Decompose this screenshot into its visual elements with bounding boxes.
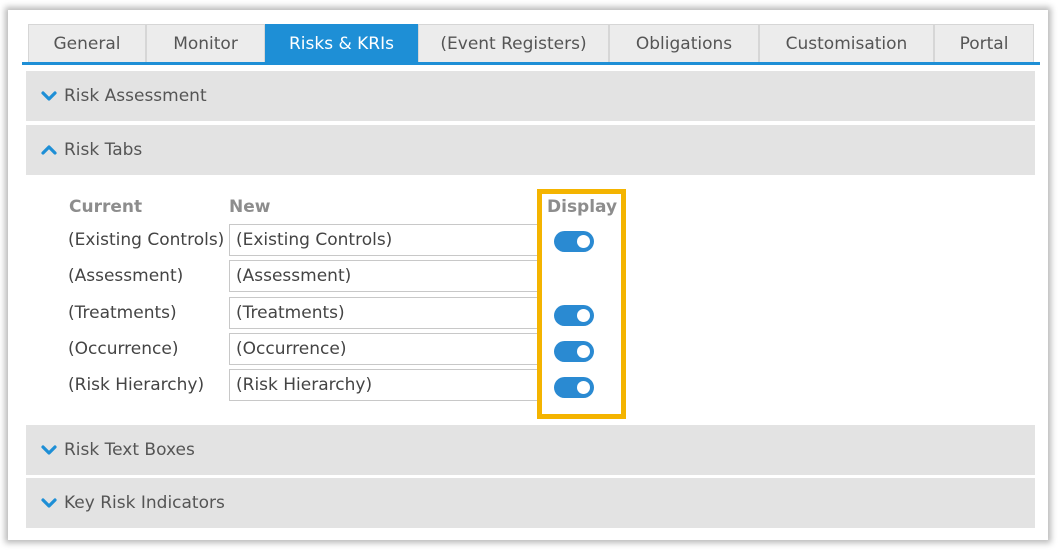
- current-tab-name: (Occurrence): [68, 339, 179, 359]
- column-header-new: New: [229, 197, 271, 217]
- section-title: Key Risk Indicators: [64, 493, 225, 513]
- tab-underline: [22, 62, 1040, 65]
- tab-portal[interactable]: Portal: [934, 24, 1034, 62]
- current-tab-name: (Risk Hierarchy): [68, 375, 205, 395]
- new-tab-name-input[interactable]: [229, 333, 541, 365]
- tab-obligations[interactable]: Obligations: [609, 24, 759, 62]
- tab-event-registers[interactable]: (Event Registers): [418, 24, 609, 62]
- new-tab-name-input[interactable]: [229, 369, 541, 401]
- current-tab-name: (Treatments): [68, 303, 177, 323]
- screenshot-frame: General Monitor Risks & KRIs (Event Regi…: [0, 0, 1064, 557]
- chevron-down-icon: [38, 496, 60, 510]
- section-risk-text-boxes[interactable]: Risk Text Boxes: [26, 425, 1035, 475]
- new-tab-name-input[interactable]: [229, 297, 541, 329]
- new-tab-name-input[interactable]: [229, 224, 541, 256]
- chevron-down-icon: [38, 443, 60, 457]
- display-column-highlight: [537, 189, 626, 419]
- chevron-down-icon: [38, 89, 60, 103]
- tab-monitor[interactable]: Monitor: [146, 24, 265, 62]
- current-tab-name: (Existing Controls): [68, 230, 225, 250]
- section-title: Risk Assessment: [64, 86, 207, 106]
- tab-bar: General Monitor Risks & KRIs (Event Regi…: [28, 24, 1034, 62]
- section-key-risk-indicators[interactable]: Key Risk Indicators: [26, 478, 1035, 528]
- section-risk-tabs[interactable]: Risk Tabs: [26, 125, 1035, 175]
- column-header-current: Current: [69, 197, 143, 217]
- current-tab-name: (Assessment): [68, 266, 184, 286]
- new-tab-name-input[interactable]: [229, 260, 541, 292]
- tab-risks-krIs[interactable]: Risks & KRIs: [265, 24, 418, 62]
- section-risk-assessment[interactable]: Risk Assessment: [26, 71, 1035, 121]
- tab-general[interactable]: General: [28, 24, 146, 62]
- section-title: Risk Tabs: [64, 140, 143, 160]
- section-title: Risk Text Boxes: [64, 440, 195, 460]
- chevron-up-icon: [38, 143, 60, 157]
- tab-customisation[interactable]: Customisation: [759, 24, 934, 62]
